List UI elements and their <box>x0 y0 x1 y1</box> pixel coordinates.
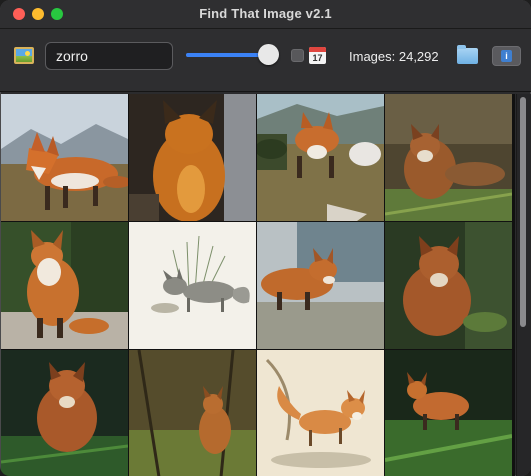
calendar-day: 17 <box>312 53 323 63</box>
calendar-icon[interactable]: 17 <box>309 47 326 64</box>
image-thumbnail[interactable] <box>257 350 384 476</box>
image-thumbnail[interactable] <box>1 94 128 221</box>
fox-photo <box>1 222 128 349</box>
image-thumbnail[interactable] <box>129 222 256 349</box>
info-icon: i <box>501 50 512 62</box>
date-filter-checkbox[interactable] <box>291 49 304 62</box>
image-thumbnail[interactable] <box>1 222 128 349</box>
image-thumbnail[interactable] <box>129 350 256 476</box>
fox-photo <box>257 94 384 221</box>
app-window: Find That Image v2.1 17 Images: 24,292 i <box>0 0 531 476</box>
fox-photo <box>385 350 512 476</box>
fox-photo <box>385 94 512 221</box>
scrollbar-thumb[interactable] <box>520 97 526 327</box>
fox-photo <box>385 222 512 349</box>
size-slider-thumb[interactable] <box>257 44 279 65</box>
image-thumbnail[interactable] <box>257 94 384 221</box>
info-button[interactable]: i <box>492 46 521 66</box>
size-slider-fill <box>186 53 268 57</box>
fox-illustration <box>129 222 256 349</box>
title-bar[interactable]: Find That Image v2.1 <box>0 0 531 29</box>
fox-photo <box>257 222 384 349</box>
window-title: Find That Image v2.1 <box>199 6 332 21</box>
image-thumbnail[interactable] <box>129 94 256 221</box>
image-thumbnail[interactable] <box>385 222 512 349</box>
fox-photo <box>1 94 128 221</box>
fox-photo <box>129 94 256 221</box>
folder-icon[interactable] <box>457 45 478 64</box>
picture-icon[interactable] <box>14 47 34 64</box>
image-grid <box>1 94 515 476</box>
search-input[interactable] <box>45 42 173 70</box>
image-thumbnail[interactable] <box>385 350 512 476</box>
images-count-label: Images: 24,292 <box>349 49 439 64</box>
image-thumbnail[interactable] <box>1 350 128 476</box>
fox-illustration <box>257 350 384 476</box>
fox-photo <box>129 350 256 476</box>
image-thumbnail[interactable] <box>257 222 384 349</box>
fox-photo <box>1 350 128 476</box>
image-thumbnail[interactable] <box>385 94 512 221</box>
